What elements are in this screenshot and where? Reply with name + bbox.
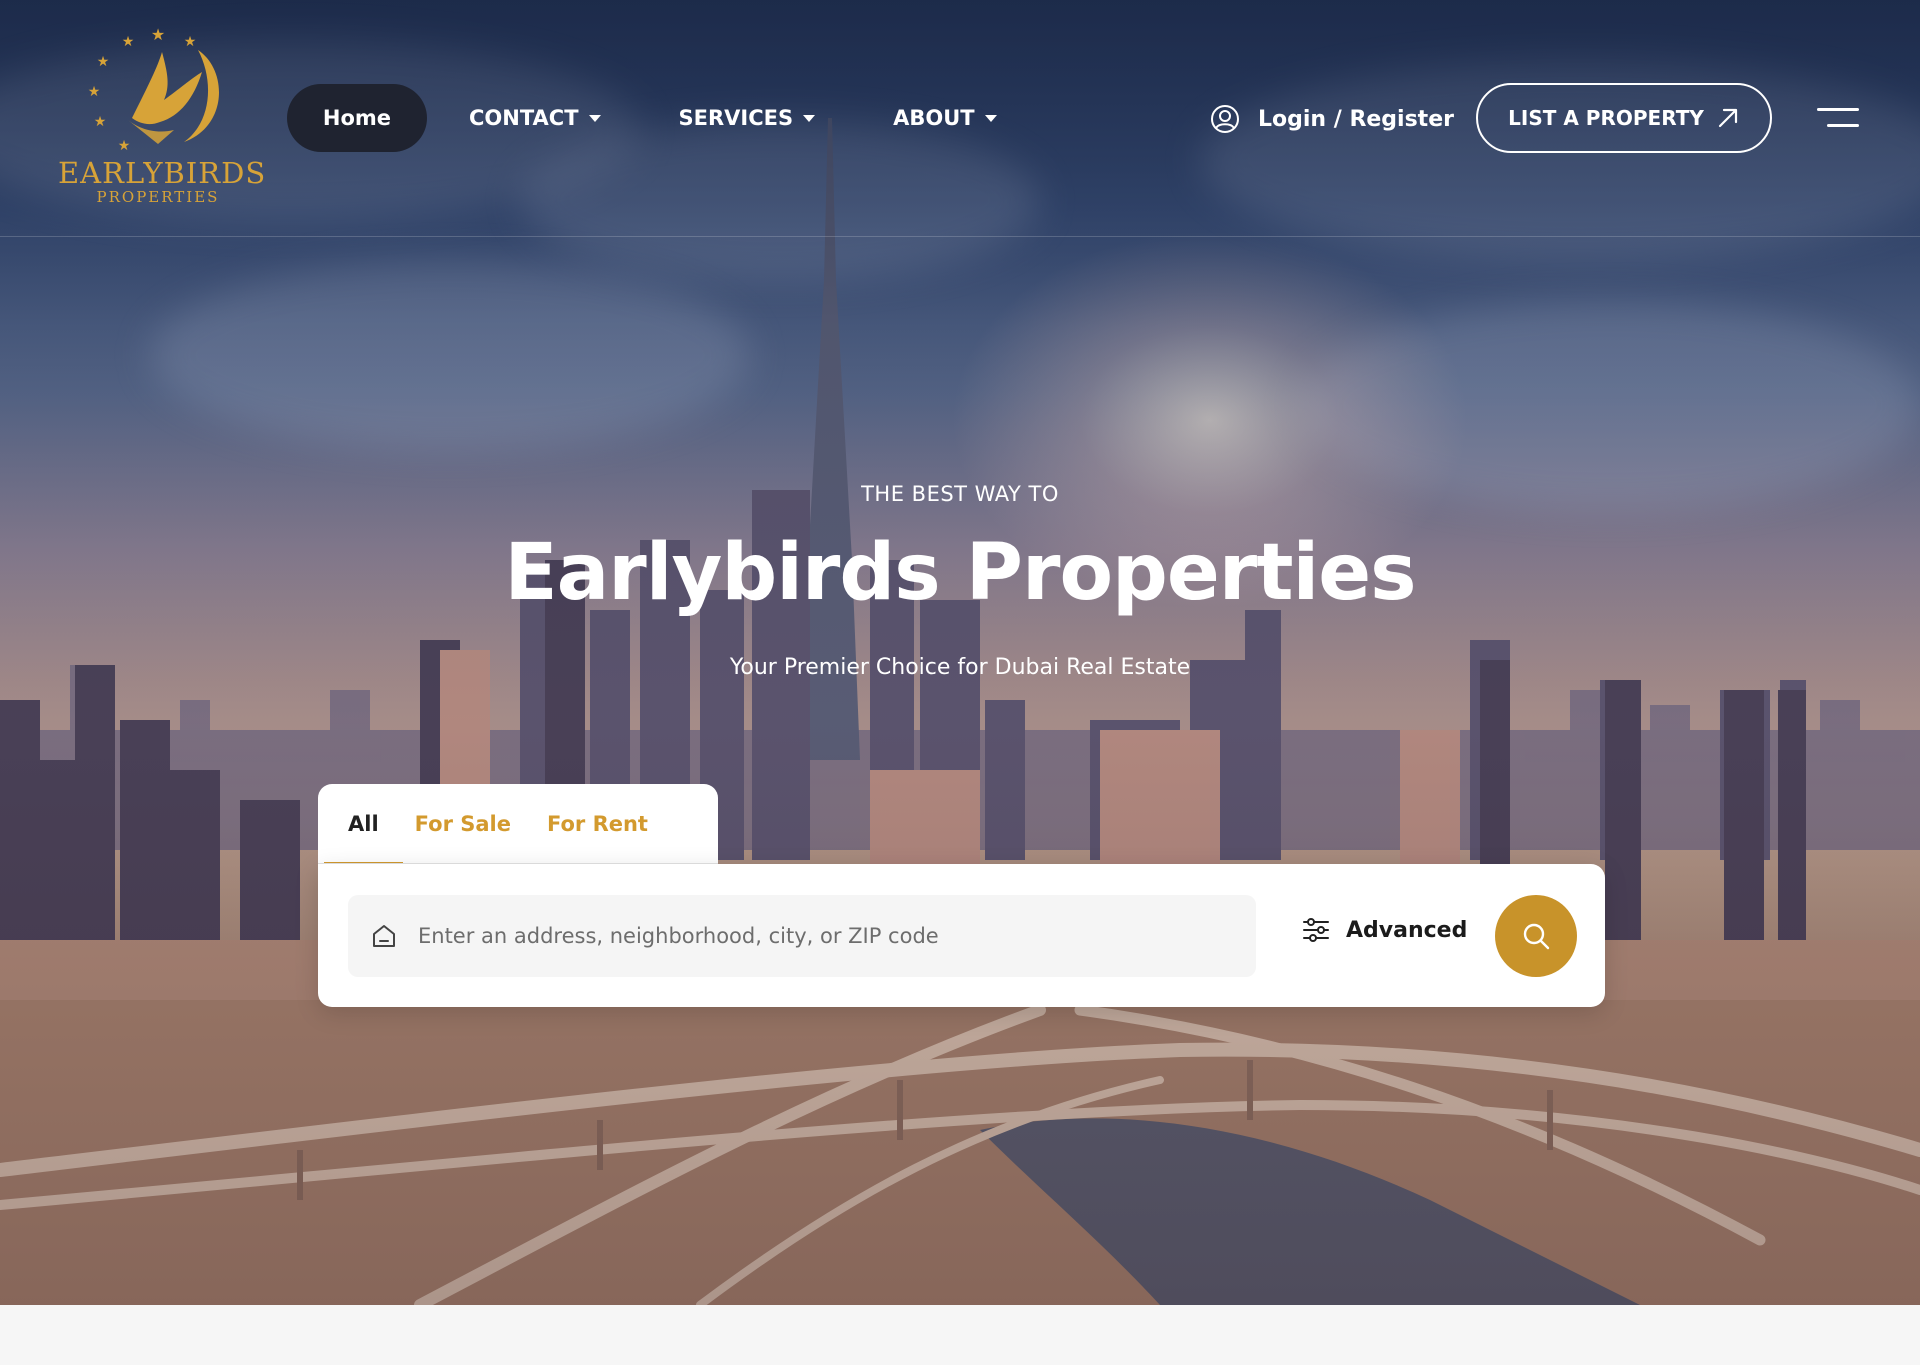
search-icon [1523,923,1550,950]
nav-contact-label: CONTACT [469,106,579,130]
search-field-wrapper [348,895,1256,977]
user-circle-icon [1211,105,1239,133]
tab-all[interactable]: All [324,784,403,865]
login-register-link[interactable]: Login / Register [1210,100,1454,138]
bird-stars-emblem-icon: ★ ★ ★ ★ ★ ★ ★ [88,26,219,154]
brand-logo[interactable]: ★ ★ ★ ★ ★ ★ ★ EARLYBIRDS PROPERTIES [58,26,267,212]
sliders-icon [1303,918,1329,942]
svg-text:★: ★ [118,138,131,154]
nav-about[interactable]: ABOUT [893,106,997,130]
hero-title: Earlybirds Properties [504,528,1416,618]
hero-eyebrow: THE BEST WAY TO [861,482,1059,506]
svg-text:★: ★ [94,114,107,130]
nav-about-label: ABOUT [893,106,975,130]
svg-text:★: ★ [184,34,197,50]
tab-for-sale[interactable]: For Sale [415,784,511,864]
advanced-filter-button[interactable]: Advanced [1302,917,1467,943]
svg-text:★: ★ [88,84,100,100]
svg-text:★: ★ [151,26,165,44]
advanced-label: Advanced [1346,917,1468,943]
caret-down-icon [984,114,997,122]
search-button[interactable] [1495,895,1577,977]
tab-for-rent[interactable]: For Rent [547,784,648,864]
brand-name: EARLYBIRDS [58,156,267,190]
header-divider [0,236,1920,237]
caret-down-icon [803,114,816,122]
brand-subtitle: PROPERTIES [96,188,220,206]
search-panel: Advanced [318,864,1605,1007]
search-input[interactable] [418,924,1238,948]
nav-services-label: SERVICES [678,106,794,130]
hero-background [0,0,1920,1305]
caret-down-icon [588,114,601,122]
page-section-below-hero [0,1305,1920,1365]
arrow-up-right-icon [1718,108,1737,128]
hamburger-menu-icon[interactable] [1817,106,1859,130]
main-navigation: Home CONTACT SERVICES ABOUT [287,84,997,152]
hero-subtitle: Your Premier Choice for Dubai Real Estat… [729,655,1191,680]
svg-text:★: ★ [122,34,135,50]
nav-contact[interactable]: CONTACT [469,106,601,130]
list-property-button[interactable]: LIST A PROPERTY [1476,83,1772,153]
login-register-label: Login / Register [1258,106,1454,132]
nav-services[interactable]: SERVICES [679,106,816,130]
home-icon [373,925,395,947]
hero-overlay [0,0,1920,1305]
svg-text:★: ★ [97,54,110,70]
search-tabs: All For Sale For Rent [318,784,718,865]
nav-home[interactable]: Home [287,84,427,152]
list-property-label: LIST A PROPERTY [1508,106,1704,130]
